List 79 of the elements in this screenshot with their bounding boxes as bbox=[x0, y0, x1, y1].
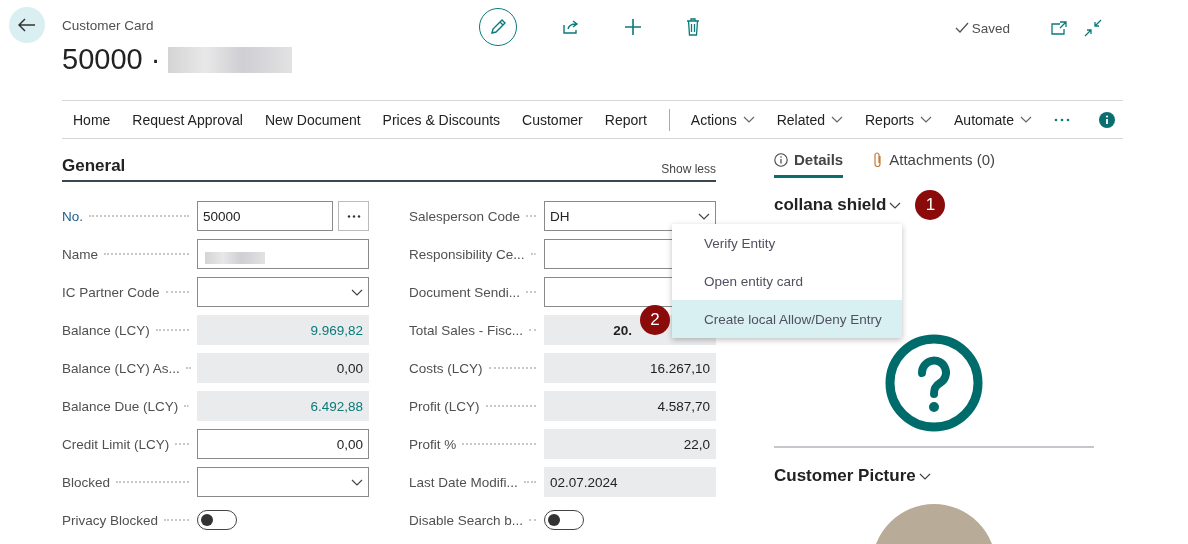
dropdown-field[interactable] bbox=[197, 277, 369, 307]
show-less-link[interactable]: Show less bbox=[661, 162, 716, 176]
back-button[interactable] bbox=[9, 7, 45, 43]
back-arrow-icon[interactable] bbox=[18, 18, 36, 32]
chevron-down-icon bbox=[351, 478, 363, 486]
step-badge: 1 bbox=[915, 190, 946, 220]
info-icon[interactable] bbox=[1099, 111, 1115, 128]
value-link[interactable]: 6.492,88 bbox=[310, 398, 363, 414]
chevron-down-icon bbox=[698, 212, 710, 220]
field-label: No. bbox=[62, 208, 83, 224]
pencil-icon[interactable] bbox=[489, 18, 507, 36]
chevron-down-icon bbox=[920, 116, 932, 123]
action-menu-item[interactable]: Report bbox=[604, 111, 647, 128]
action-menu-item[interactable]: Related bbox=[776, 111, 843, 128]
action-menu-item[interactable]: Customer bbox=[522, 111, 583, 128]
factbox-tab[interactable]: Details bbox=[774, 151, 844, 178]
dropdown-value: DH bbox=[550, 208, 570, 224]
field-label: Profit (LCY) bbox=[409, 398, 480, 414]
chevron-down-icon bbox=[351, 288, 363, 296]
chevron-down-icon bbox=[1019, 116, 1032, 123]
record-title: 50000 · bbox=[62, 43, 161, 76]
dropdown-field[interactable] bbox=[197, 467, 369, 497]
question-mark-icon bbox=[885, 334, 983, 432]
redacted-block bbox=[205, 252, 265, 264]
menu-item[interactable]: Create local Allow/Deny Entry bbox=[672, 300, 902, 338]
field-label: Name bbox=[62, 246, 98, 262]
field-label: Profit % bbox=[409, 436, 457, 452]
paperclip-icon bbox=[873, 151, 884, 168]
field-label: Responsibility Ce... bbox=[409, 246, 525, 262]
field-label: Blocked bbox=[62, 474, 111, 490]
share-icon[interactable] bbox=[562, 19, 580, 35]
field-label: Balance (LCY) As... bbox=[62, 360, 180, 376]
field-value: 20. bbox=[613, 322, 632, 338]
open-new-window-icon[interactable] bbox=[1051, 21, 1067, 35]
input-field[interactable] bbox=[197, 239, 369, 269]
action-menu-item[interactable]: Automate bbox=[954, 111, 1032, 128]
chevron-down-icon bbox=[742, 116, 755, 123]
field-value: 22,0 bbox=[683, 436, 710, 452]
saved-status: Saved bbox=[971, 20, 1010, 36]
dropdown-field[interactable]: DH bbox=[544, 201, 716, 231]
field-label: Costs (LCY) bbox=[409, 360, 483, 376]
delete-icon[interactable] bbox=[686, 18, 700, 36]
chevron-down-icon bbox=[831, 116, 843, 123]
section-toggle[interactable]: Customer Picture bbox=[774, 466, 1094, 486]
action-menu-item[interactable]: Actions bbox=[690, 111, 755, 128]
section-title: General bbox=[62, 156, 126, 176]
input-field[interactable]: 50000 bbox=[197, 201, 333, 231]
field-label: Credit Limit (LCY) bbox=[62, 436, 170, 452]
field-label: Document Sendi... bbox=[409, 284, 521, 300]
action-menu-item[interactable]: Request Approval bbox=[132, 111, 243, 128]
field-label: Last Date Modifi... bbox=[409, 474, 518, 490]
chevron-down-icon bbox=[889, 201, 902, 209]
field-label: Disable Search b... bbox=[409, 512, 524, 528]
field-value: 0,00 bbox=[336, 360, 363, 376]
field-label: Salesperson Code bbox=[409, 208, 521, 224]
action-menu-item[interactable]: New Document bbox=[264, 111, 361, 128]
checkmark-icon bbox=[954, 22, 969, 34]
value-link[interactable]: 9.969,82 bbox=[310, 322, 363, 338]
field-value: 16.267,10 bbox=[649, 360, 710, 376]
add-icon[interactable] bbox=[624, 18, 642, 36]
action-menu-item[interactable]: Home bbox=[73, 111, 111, 128]
action-menu-item[interactable]: Reports bbox=[865, 111, 932, 128]
field-value: 02.07.2024 bbox=[550, 474, 618, 490]
entity-menu-button[interactable]: collana shield bbox=[774, 195, 902, 215]
field-value: 4.587,70 bbox=[657, 398, 710, 414]
chevron-down-icon bbox=[918, 472, 931, 480]
page-caption: Customer Card bbox=[62, 18, 155, 33]
field-label: Balance (LCY) bbox=[62, 322, 150, 338]
input-field[interactable]: 0,00 bbox=[197, 429, 369, 459]
field-label: Total Sales - Fisc... bbox=[409, 322, 524, 338]
factbox-tab[interactable]: Attachments (0) bbox=[873, 151, 996, 178]
action-menu-item[interactable]: Prices & Discounts bbox=[382, 111, 501, 128]
menu-item[interactable]: Open entity card bbox=[672, 262, 902, 300]
field-label: Balance Due (LCY) bbox=[62, 398, 179, 414]
more-options-icon[interactable] bbox=[346, 214, 361, 218]
field-label: Privacy Blocked bbox=[62, 512, 159, 528]
field-label: IC Partner Code bbox=[62, 284, 160, 300]
info-icon bbox=[774, 152, 788, 167]
collapse-icon[interactable] bbox=[1084, 19, 1102, 37]
